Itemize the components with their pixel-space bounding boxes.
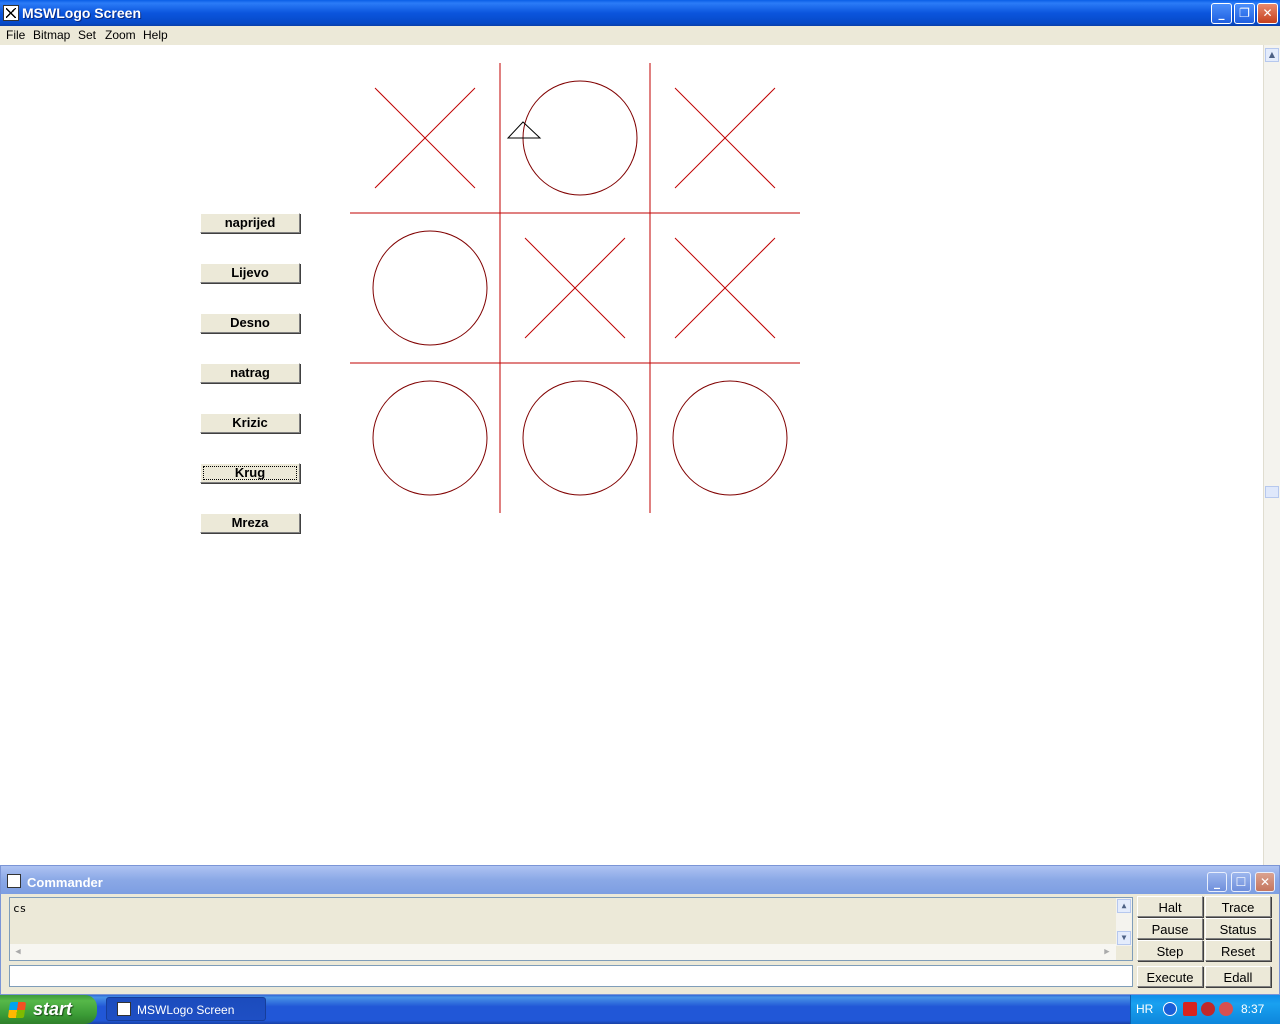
scroll-thumb[interactable] (1265, 486, 1279, 498)
start-label: start (33, 999, 73, 1019)
clock: 8:37 (1241, 1002, 1265, 1016)
menu-help[interactable]: Help (143, 28, 168, 42)
history-vertical-scrollbar[interactable]: ▲ ▼ (1116, 898, 1132, 946)
commander-history[interactable]: cs ▲ ▼ ◀ ▶ (9, 897, 1133, 961)
edall-button[interactable]: Edall (1205, 966, 1271, 987)
close-button[interactable]: ✕ (1257, 3, 1278, 24)
commander-minimize-button[interactable]: _ (1207, 872, 1227, 892)
x-mark (374, 87, 476, 189)
tic-tac-toe-board (350, 63, 800, 513)
scroll-down-arrow-icon[interactable]: ▼ (1117, 931, 1131, 945)
menu-zoom[interactable]: Zoom (105, 28, 136, 42)
taskbar-item-mswlogo[interactable]: MSWLogo Screen (106, 997, 266, 1021)
step-button[interactable]: Step (1137, 940, 1203, 961)
canvas-vertical-scrollbar[interactable]: ▲ (1263, 45, 1280, 865)
o-mark (372, 380, 488, 496)
language-indicator[interactable]: HR (1136, 1002, 1153, 1016)
network-icon[interactable] (1219, 1002, 1233, 1016)
commander-maximize-button[interactable]: ☐ (1231, 872, 1251, 892)
o-mark (672, 380, 788, 496)
menu-bar: File Bitmap Set Zoom Help (0, 26, 1280, 45)
restore-button[interactable]: ❐ (1234, 3, 1255, 24)
o-mark (372, 230, 488, 346)
ati-icon[interactable] (1183, 1002, 1197, 1016)
trace-button[interactable]: Trace (1205, 896, 1271, 917)
minimize-icon: _ (1218, 6, 1225, 20)
tray-arrow-icon[interactable] (1163, 1002, 1177, 1016)
system-tray: HR 8:37 (1130, 995, 1280, 1024)
o-mark (522, 380, 638, 496)
menu-bitmap[interactable]: Bitmap (33, 28, 70, 42)
reset-button[interactable]: Reset (1205, 940, 1271, 961)
pause-button[interactable]: Pause (1137, 918, 1203, 939)
commander-title-bar[interactable]: Commander _ ☐ ✕ (1, 866, 1279, 894)
history-text: cs (13, 902, 27, 915)
restore-icon: ❐ (1239, 6, 1250, 20)
minimize-icon: _ (1214, 875, 1220, 889)
scroll-up-arrow-icon[interactable]: ▲ (1265, 48, 1279, 62)
main-title-bar[interactable]: MSWLogo Screen _ ❐ ✕ (0, 0, 1280, 26)
taskbar-item-label: MSWLogo Screen (137, 1003, 235, 1017)
start-button[interactable]: start (0, 995, 97, 1024)
mswlogo-app-icon (117, 1002, 131, 1016)
command-input[interactable] (9, 965, 1133, 987)
execute-button[interactable]: Execute (1137, 966, 1203, 987)
close-icon: ✕ (1259, 875, 1271, 889)
x-mark (674, 87, 776, 189)
maximize-icon: ☐ (1235, 875, 1247, 889)
commander-window: Commander _ ☐ ✕ cs ▲ ▼ ◀ ▶ Halt Trace Pa… (0, 865, 1280, 995)
halt-button[interactable]: Halt (1137, 896, 1203, 917)
scroll-left-arrow-icon[interactable]: ◀ (11, 945, 25, 959)
status-button[interactable]: Status (1205, 918, 1271, 939)
close-icon: ✕ (1262, 6, 1273, 20)
menu-file[interactable]: File (6, 28, 25, 42)
history-horizontal-scrollbar[interactable]: ◀ ▶ (10, 944, 1116, 960)
commander-title: Commander (27, 875, 103, 890)
scroll-up-arrow-icon[interactable]: ▲ (1117, 899, 1131, 913)
x-mark (524, 237, 626, 339)
scroll-right-arrow-icon[interactable]: ▶ (1100, 945, 1114, 959)
commander-close-button[interactable]: ✕ (1255, 872, 1275, 892)
menu-set[interactable]: Set (78, 28, 96, 42)
taskbar: start MSWLogo Screen HR 8:37 (0, 995, 1280, 1024)
board-marks (372, 80, 788, 496)
commander-app-icon[interactable] (7, 874, 21, 888)
mswlogo-app-icon[interactable] (3, 5, 19, 21)
windows-logo-icon (7, 1002, 27, 1018)
shield-icon[interactable] (1201, 1002, 1215, 1016)
x-mark (674, 237, 776, 339)
minimize-button[interactable]: _ (1211, 3, 1232, 24)
window-title: MSWLogo Screen (22, 5, 142, 21)
drawing-canvas[interactable]: naprijed Lijevo Desno natrag Krizic Krug… (0, 45, 1263, 865)
